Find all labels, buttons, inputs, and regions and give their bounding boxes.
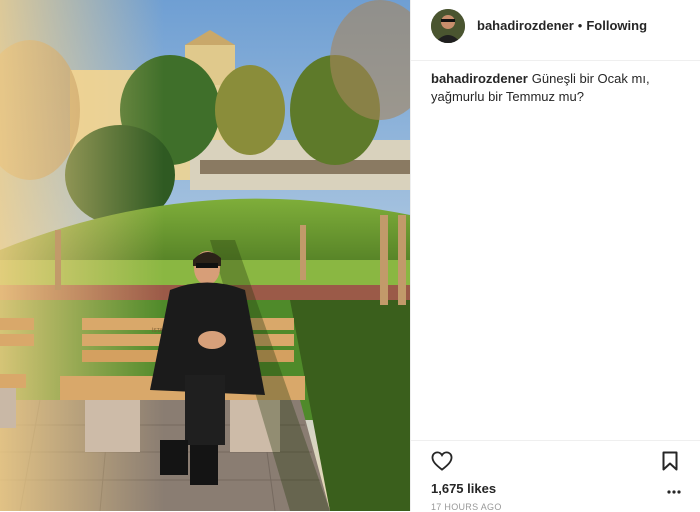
post-photo[interactable]: İSTANBUL [0, 0, 410, 511]
park-bench-photo: İSTANBUL [0, 0, 410, 511]
post-caption: bahadirozdener Güneşli bir Ocak mı, yağmu… [431, 70, 671, 106]
bookmark-icon[interactable] [662, 451, 678, 471]
post-header: bahadirozdener • Following [411, 0, 700, 61]
header-username-link[interactable]: bahadirozdener [477, 18, 574, 33]
likes-count[interactable]: 1,675 likes [431, 481, 496, 496]
post-actions: 1,675 likes 17 HOURS AGO [411, 440, 700, 512]
more-options-icon[interactable] [666, 489, 682, 495]
avatar-image [431, 9, 465, 43]
caption-username-link[interactable]: bahadirozdener [431, 71, 528, 86]
separator-dot: • [577, 18, 583, 33]
post-sidebar: bahadirozdener • Following bahadirozdener G… [410, 0, 700, 512]
avatar[interactable] [431, 9, 465, 43]
heart-icon[interactable] [431, 451, 453, 471]
following-button[interactable]: Following [586, 18, 647, 33]
header-user-line: bahadirozdener • Following [477, 18, 647, 33]
